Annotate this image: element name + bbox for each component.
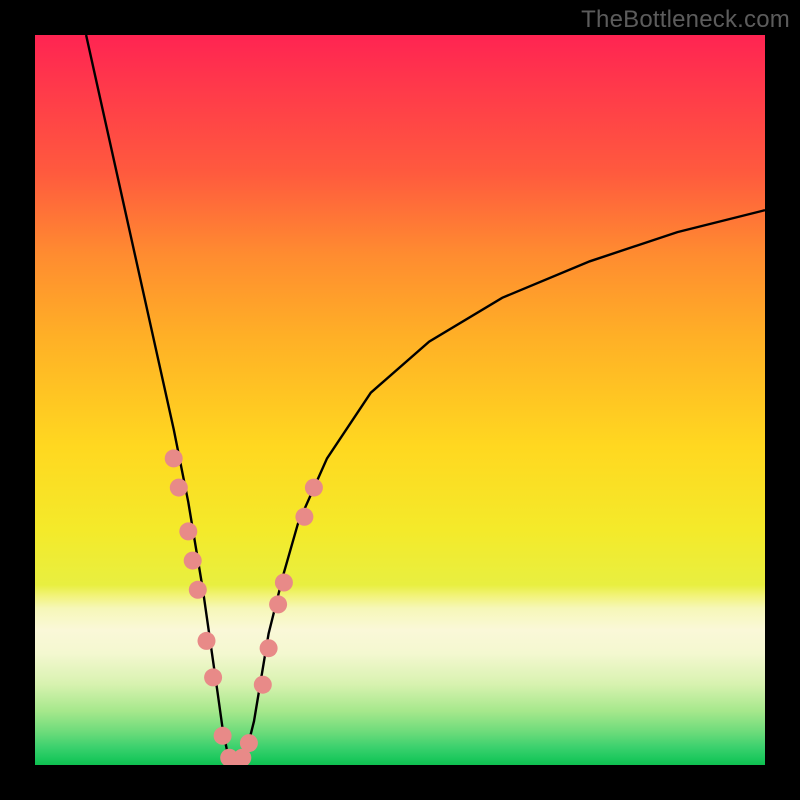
marker-dot <box>204 668 222 686</box>
marker-dot <box>170 479 188 497</box>
bottleneck-curve <box>86 35 765 765</box>
marker-dot <box>295 508 313 526</box>
marker-dot <box>214 727 232 745</box>
marker-dot <box>275 574 293 592</box>
marker-dot <box>254 676 272 694</box>
bottleneck-curve-svg <box>35 35 765 765</box>
marker-dot <box>165 449 183 467</box>
marker-dot <box>198 632 216 650</box>
chart-frame: TheBottleneck.com <box>0 0 800 800</box>
marker-dot <box>240 734 258 752</box>
marker-dot <box>305 479 323 497</box>
plot-area <box>35 35 765 765</box>
marker-dot <box>260 639 278 657</box>
marker-dot <box>184 552 202 570</box>
marker-dot <box>269 595 287 613</box>
marker-dot <box>179 522 197 540</box>
marker-dot <box>189 581 207 599</box>
watermark-text: TheBottleneck.com <box>581 6 790 34</box>
